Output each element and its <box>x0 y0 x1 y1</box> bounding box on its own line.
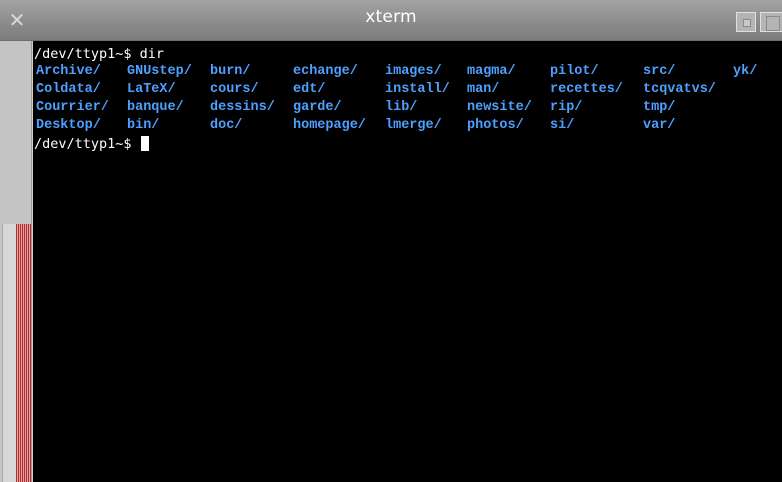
terminal-area[interactable]: /dev/ttyp1~$ dir Archive/GNUstep/burn/ec… <box>33 41 782 482</box>
directory-entry: Courrier/ <box>36 100 109 115</box>
listing-row: Courrier/banque/dessins/garde/lib/newsit… <box>33 99 782 117</box>
directory-entry: echange/ <box>293 64 358 79</box>
directory-entry: magma/ <box>467 64 516 79</box>
directory-entry: Coldata/ <box>36 82 101 97</box>
prompt-text: /dev/ttyp1~$ <box>34 136 140 152</box>
minimize-icon[interactable] <box>736 12 756 32</box>
directory-entry: Desktop/ <box>36 118 101 133</box>
xterm-window: ✕ xterm /dev/ttyp1~$ dir Archive/GNUstep… <box>0 0 782 482</box>
listing-row: Archive/GNUstep/burn/echange/images/magm… <box>33 63 782 81</box>
directory-entry: dessins/ <box>210 100 275 115</box>
directory-entry: LaTeX/ <box>127 82 176 97</box>
directory-entry: bin/ <box>127 118 160 133</box>
directory-entry: si/ <box>550 118 575 133</box>
listing-row: Coldata/LaTeX/cours/edt/install/man/rece… <box>33 81 782 99</box>
directory-entry: lmerge/ <box>385 118 442 133</box>
directory-entry: var/ <box>643 118 676 133</box>
directory-entry: images/ <box>385 64 442 79</box>
directory-entry: lib/ <box>385 100 418 115</box>
directory-entry: banque/ <box>127 100 184 115</box>
text-cursor <box>140 136 149 151</box>
directory-entry: yk/ <box>733 64 758 79</box>
directory-entry: Archive/ <box>36 64 101 79</box>
listing-row: Desktop/bin/doc/homepage/lmerge/photos/s… <box>33 117 782 135</box>
directory-entry: recettes/ <box>550 82 623 97</box>
directory-entry: photos/ <box>467 118 524 133</box>
directory-entry: install/ <box>385 82 450 97</box>
maximize-icon[interactable] <box>760 12 782 32</box>
directory-entry: edt/ <box>293 82 326 97</box>
directory-entry: GNUstep/ <box>127 64 192 79</box>
scrollbar[interactable] <box>0 41 32 482</box>
scrollbar-thumb[interactable] <box>16 224 31 482</box>
scrollbar-track-edge <box>2 224 16 482</box>
directory-entry: pilot/ <box>550 64 599 79</box>
directory-entry: homepage/ <box>293 118 366 133</box>
active-prompt[interactable]: /dev/ttyp1~$ <box>34 135 149 153</box>
directory-entry: burn/ <box>210 64 251 79</box>
directory-entry: tcqvatvs/ <box>643 82 716 97</box>
directory-entry: man/ <box>467 82 500 97</box>
window-title: xterm <box>365 7 417 27</box>
directory-entry: src/ <box>643 64 676 79</box>
directory-entry: tmp/ <box>643 100 676 115</box>
directory-entry: cours/ <box>210 82 259 97</box>
directory-entry: newsite/ <box>467 100 532 115</box>
title-bar[interactable]: ✕ xterm <box>0 0 782 41</box>
directory-entry: doc/ <box>210 118 243 133</box>
directory-entry: rip/ <box>550 100 583 115</box>
directory-entry: garde/ <box>293 100 342 115</box>
command-line: /dev/ttyp1~$ dir <box>34 46 165 62</box>
